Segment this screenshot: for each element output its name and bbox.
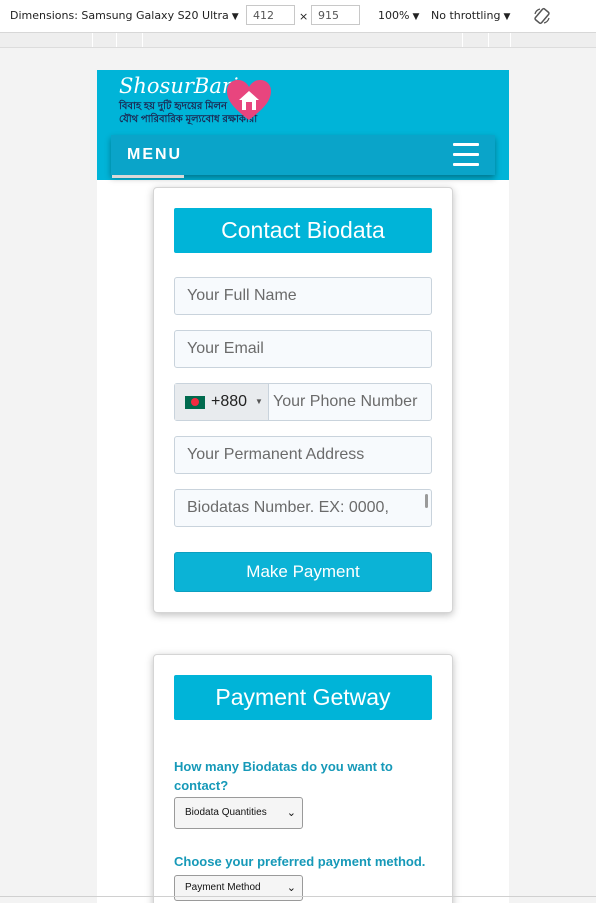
- chevron-down-icon: ▼: [231, 12, 239, 22]
- rotate-icon[interactable]: [532, 6, 552, 26]
- zoom-label: 100%: [378, 9, 410, 22]
- chevron-down-icon: ▼: [503, 12, 511, 22]
- biodata-number-textarea[interactable]: Biodatas Number. EX: 0000,: [174, 489, 432, 527]
- textarea-scrollbar[interactable]: [425, 494, 428, 508]
- mobile-viewport: ShosurBari বিবাহ হয় দুটি হৃদয়ের মিলন য…: [97, 70, 509, 903]
- throttling-label: No throttling: [431, 9, 501, 22]
- menu-underline: [112, 175, 184, 178]
- make-payment-button[interactable]: Make Payment: [174, 552, 432, 592]
- viewport-height-input[interactable]: 915: [311, 5, 360, 25]
- throttling-selector[interactable]: No throttling ▼: [431, 9, 510, 22]
- quantity-select-value: Biodata Quantities: [185, 807, 267, 818]
- viewport-width-input[interactable]: 412: [246, 5, 295, 25]
- payment-gateway-card: Payment Getway How many Biodatas do you …: [153, 654, 453, 903]
- method-select-value: Payment Method: [185, 882, 261, 893]
- country-code-selector[interactable]: +880 ▼: [175, 384, 269, 420]
- site-header: ShosurBari বিবাহ হয় দুটি হৃদয়ের মিলন য…: [97, 70, 509, 180]
- dial-code: +880: [211, 393, 248, 410]
- site-logo[interactable]: ShosurBari বিবাহ হয় দুটি হৃদয়ের মিলন য…: [117, 74, 277, 126]
- permanent-address-input[interactable]: Your Permanent Address: [174, 436, 432, 474]
- payment-method-question: Choose your preferred payment method.: [174, 854, 426, 869]
- hamburger-icon[interactable]: [453, 143, 479, 167]
- payment-card-title: Payment Getway: [174, 675, 432, 720]
- biodata-number-placeholder: Biodatas Number. EX: 0000,: [187, 499, 389, 516]
- nav-menu-bar[interactable]: MENU: [111, 135, 495, 175]
- window-bottom-divider: [0, 896, 596, 897]
- phone-input[interactable]: Your Phone Number: [273, 384, 417, 420]
- device-selector[interactable]: Dimensions: Samsung Galaxy S20 Ultra ▼: [10, 9, 239, 22]
- menu-label: MENU: [127, 146, 183, 163]
- chevron-down-icon: ⌄: [286, 807, 296, 819]
- bangladesh-flag-icon: [185, 396, 205, 409]
- device-label: Dimensions: Samsung Galaxy S20 Ultra: [10, 9, 229, 22]
- caret-down-icon: ▼: [255, 397, 263, 406]
- times-sign: ×: [299, 10, 309, 23]
- quantity-question: How many Biodatas do you want to contact…: [174, 759, 393, 793]
- phone-field[interactable]: +880 ▼ Your Phone Number: [174, 383, 432, 421]
- biodata-quantity-select[interactable]: Biodata Quantities ⌄: [174, 797, 303, 829]
- email-input[interactable]: Your Email: [174, 330, 432, 368]
- device-ruler: [0, 33, 596, 48]
- zoom-selector[interactable]: 100% ▼: [378, 9, 419, 22]
- devtools-device-toolbar: Dimensions: Samsung Galaxy S20 Ultra ▼ 41…: [0, 0, 596, 33]
- full-name-input[interactable]: Your Full Name: [174, 277, 432, 315]
- chevron-down-icon: ▼: [412, 12, 420, 22]
- logo-name: ShosurBari: [119, 74, 239, 98]
- payment-method-select[interactable]: Payment Method ⌄: [174, 875, 303, 901]
- contact-card-title: Contact Biodata: [174, 208, 432, 253]
- contact-biodata-card: Contact Biodata Your Full Name Your Emai…: [153, 187, 453, 613]
- heart-house-icon: [227, 80, 271, 120]
